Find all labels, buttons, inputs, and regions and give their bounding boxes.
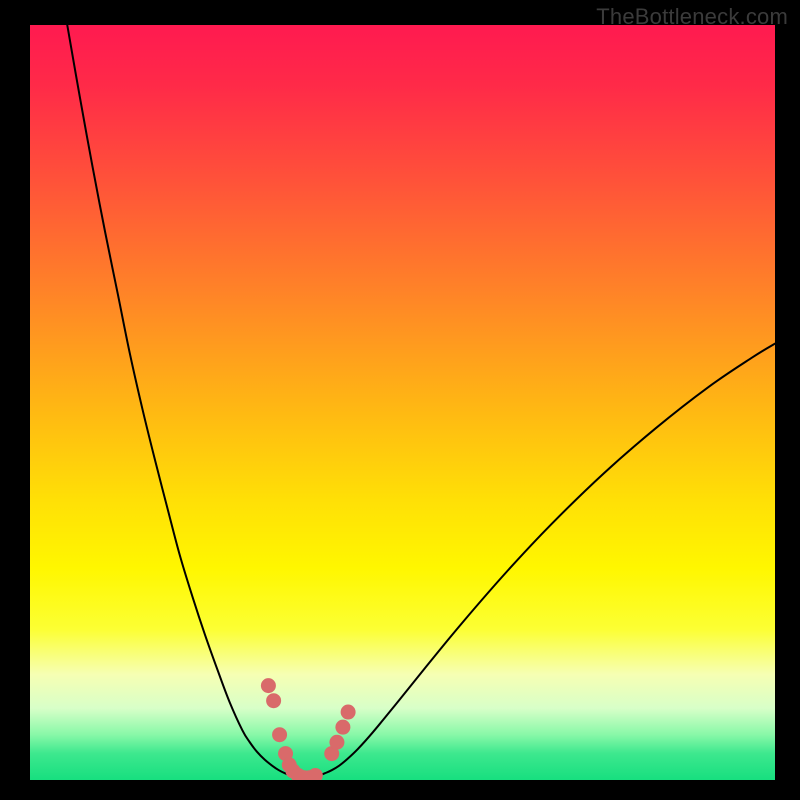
data-dot — [266, 693, 281, 708]
data-dot — [329, 735, 344, 750]
chart-plot-area — [30, 25, 775, 780]
chart-svg — [30, 25, 775, 780]
data-dot — [335, 720, 350, 735]
watermark-text: TheBottleneck.com — [596, 4, 788, 30]
data-dot — [341, 705, 356, 720]
data-dot — [272, 727, 287, 742]
data-dot — [261, 678, 276, 693]
chart-frame: TheBottleneck.com — [0, 0, 800, 800]
